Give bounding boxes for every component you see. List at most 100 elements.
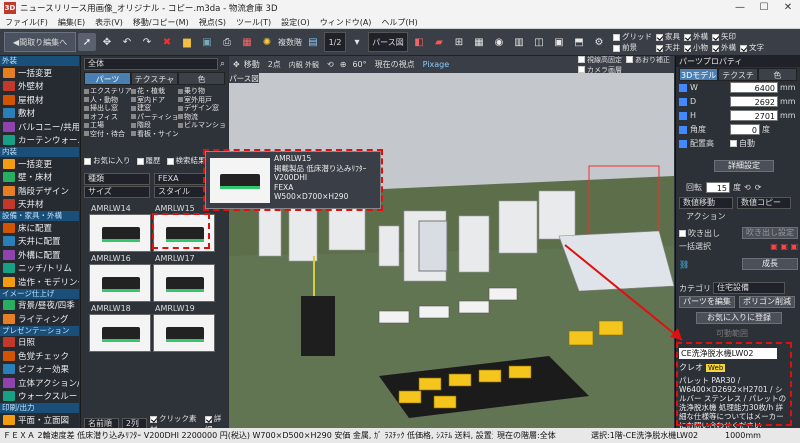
render-icon[interactable]: ▣ (550, 33, 568, 51)
category-item[interactable]: 乗り物 (178, 87, 225, 96)
part-thumbnail[interactable] (89, 214, 151, 252)
category-item[interactable]: ビルマンション (178, 121, 225, 130)
nav-item[interactable]: 造作・モデリング (0, 275, 79, 289)
select-arrow-icon[interactable]: ➚ (78, 33, 96, 51)
nav-item[interactable]: 平面・立面図 (0, 413, 79, 427)
depth-input[interactable]: 2692 (730, 96, 778, 107)
search-icon[interactable]: ⌕ (220, 59, 225, 69)
tab-3dmodel[interactable]: 3Dモデル (679, 68, 719, 81)
grow-button[interactable]: 成長 (742, 258, 798, 270)
filter-type-select[interactable]: 種類 (84, 173, 150, 185)
close-button[interactable]: ✕ (776, 0, 800, 16)
category-item[interactable]: 物流 (178, 113, 225, 122)
nav-item[interactable]: 屋根材 (0, 93, 79, 107)
gift-icon[interactable]: ▦ (238, 33, 256, 51)
category-item[interactable]: パーティション (131, 113, 178, 122)
inout-toggle[interactable]: 内観 外観 (289, 60, 319, 70)
floor-select[interactable]: 1/2 (324, 32, 346, 52)
width-input[interactable]: 6400 (730, 82, 778, 93)
category-item[interactable]: 人・動物 (84, 96, 131, 105)
category-item[interactable]: 室外用戸 (178, 96, 225, 105)
category-item[interactable]: 階段 (131, 121, 178, 130)
check-exterior[interactable]: 外構 (684, 31, 708, 42)
rotate-icon[interactable]: ⟲ (327, 60, 334, 69)
check-exterior2[interactable]: 外構 (712, 42, 736, 53)
viewport-tab[interactable]: パース図 (229, 73, 259, 83)
blowout-check[interactable]: 吹き出し (679, 228, 720, 239)
pixage-label[interactable]: Pixage (423, 60, 450, 69)
category-item[interactable]: 空付・待合 (84, 130, 131, 139)
nav-item[interactable]: 色覚チェック (0, 349, 79, 363)
batch-icons[interactable]: ▣ ▣ ▣ (770, 242, 798, 251)
nav-item[interactable]: ライティング (0, 312, 79, 326)
check-arrow[interactable]: 矢印 (712, 31, 736, 42)
tab-color[interactable]: 色 (757, 68, 797, 81)
history-toggle[interactable]: 履歴 (136, 155, 161, 166)
nav-item[interactable]: ウォークスルー (0, 390, 79, 404)
auto-check[interactable]: 自動 (730, 138, 755, 149)
viewpoint-label[interactable]: 現在の視点 (375, 59, 415, 70)
nav-item[interactable]: 日照 (0, 336, 79, 350)
check-ceiling[interactable]: 天井 (656, 42, 680, 53)
detail-settings-button[interactable]: 詳細設定 (714, 160, 774, 172)
rotate-input[interactable]: 15 (706, 182, 730, 193)
tab-color[interactable]: 色 (178, 72, 225, 85)
nav-item[interactable]: ニッチ/トリム (0, 262, 79, 276)
nav-item[interactable]: 壁・床材 (0, 171, 79, 185)
split-icon[interactable]: ◫ (530, 33, 548, 51)
category-item[interactable]: デザイン窓 (178, 104, 225, 113)
add-favorite-button[interactable]: お気に入りに登録 (696, 312, 782, 324)
nav-item[interactable]: 天井に配置 (0, 235, 79, 249)
blowout-settings-button[interactable]: 吹き出し設定 (742, 227, 798, 239)
camera-icon[interactable]: ◉ (490, 33, 508, 51)
car-icon[interactable]: ▰ (430, 33, 448, 51)
nav-item[interactable]: 天井材 (0, 198, 79, 212)
menu-file[interactable]: ファイル(F) (0, 17, 53, 28)
check-camera-layer[interactable]: カメラ画層 (578, 65, 622, 75)
check-foreground[interactable]: 前景 (613, 42, 652, 53)
nav-item[interactable]: 一括変更 (0, 157, 79, 171)
menu-edit[interactable]: 編集(E) (53, 17, 90, 28)
light-icon[interactable]: ✺ (258, 33, 276, 51)
tab-texture[interactable]: テクスチャ (718, 68, 758, 93)
grid-icon[interactable]: ▦ (470, 33, 488, 51)
redo-icon[interactable]: ↷ (138, 33, 156, 51)
nav-item[interactable]: ピフォー効果 (0, 363, 79, 377)
menu-view[interactable]: 表示(V) (90, 17, 128, 28)
print-icon[interactable]: ⎙ (218, 33, 236, 51)
part-thumbnail[interactable] (153, 264, 215, 302)
folder-icon[interactable]: ▆ (178, 33, 196, 51)
maximize-button[interactable]: ☐ (752, 0, 776, 16)
category-item[interactable]: 花・植栽 (131, 87, 178, 96)
part-thumbnail[interactable] (89, 314, 151, 352)
category-item[interactable]: 建窓 (131, 104, 178, 113)
menu-tools[interactable]: ツール(T) (231, 17, 276, 28)
measure-icon[interactable]: ⊞ (450, 33, 468, 51)
polygon-reduce-button[interactable]: ポリゴン削減 (739, 296, 795, 308)
category-item[interactable]: エクステリア (84, 87, 131, 96)
check-text[interactable]: 文字 (740, 42, 764, 53)
check-fix-height[interactable]: 視線高固定 (578, 55, 622, 65)
settings-icon[interactable]: ⚙ (590, 33, 608, 51)
part-thumbnail[interactable] (153, 314, 215, 352)
angle-value[interactable]: 60° (352, 60, 366, 69)
nav-item[interactable]: 背景/昼夜/四季 (0, 299, 79, 313)
tab-parts[interactable]: パーツ (84, 72, 131, 85)
category-item[interactable]: 掃出し窓 (84, 104, 131, 113)
category-select[interactable]: 住宅設備 (713, 282, 785, 294)
eraser-icon[interactable]: ◧ (410, 33, 428, 51)
check-grid[interactable]: グリッド (613, 31, 652, 42)
height-input[interactable]: 2701 (730, 110, 778, 121)
check-furniture[interactable]: 家具 (656, 31, 680, 42)
tab-texture[interactable]: テクスチャ (131, 72, 178, 85)
menu-viewpoint[interactable]: 視点(S) (194, 17, 231, 28)
nav-item[interactable]: 敷材 (0, 107, 79, 121)
menu-window[interactable]: ウィンドウ(A) (315, 17, 377, 28)
delete-icon[interactable]: ✖ (158, 33, 176, 51)
numeric-move-select[interactable]: 数値移動 (679, 197, 733, 209)
back-to-plan-button[interactable]: ◀ 間取り編集へ (4, 32, 76, 52)
pan-icon[interactable]: ✥ (98, 33, 116, 51)
rotate-cw-icon[interactable]: ⟳ (755, 183, 762, 192)
nav-item[interactable]: 外構に配置 (0, 248, 79, 262)
rotate-ccw-icon[interactable]: ⟲ (744, 183, 751, 192)
